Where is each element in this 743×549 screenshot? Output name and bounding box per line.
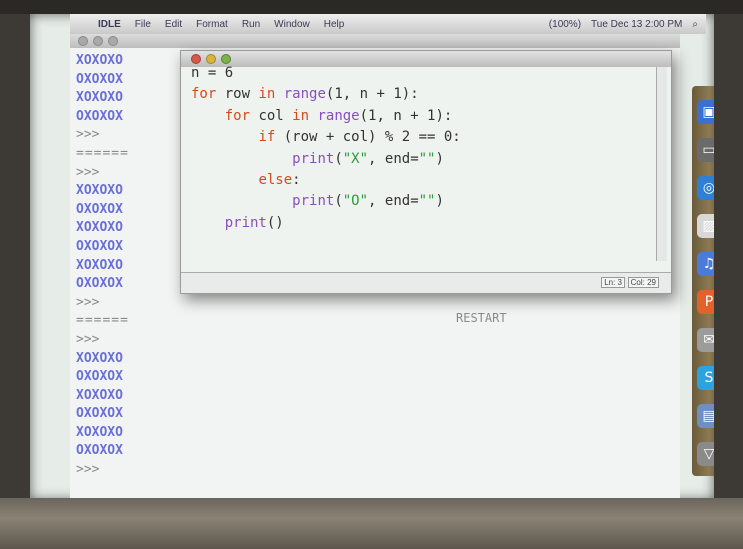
terminal-icon[interactable]: ▭: [697, 138, 714, 162]
output-line: XOXOXO: [76, 350, 123, 366]
code-line[interactable]: if (row + col) % 2 == 0:: [191, 127, 649, 148]
room-bottom: [0, 498, 743, 549]
output-line: OXOXOX: [76, 276, 123, 292]
code-line[interactable]: for col in range(1, n + 1):: [191, 106, 649, 127]
shell-titlebar: [70, 34, 680, 48]
output-line: OXOXOX: [76, 443, 123, 459]
code-line[interactable]: print("X", end=""): [191, 149, 649, 170]
code-line[interactable]: print("O", end=""): [191, 191, 649, 212]
itunes-icon[interactable]: ♫: [697, 252, 714, 276]
menu-run[interactable]: Run: [242, 19, 260, 30]
output-line: OXOXOX: [76, 71, 123, 87]
shell-prompt: >>>: [76, 164, 100, 180]
output-line: XOXOXO: [76, 53, 123, 68]
menu-format[interactable]: Format: [196, 19, 228, 30]
output-line: XOXOXO: [76, 90, 123, 106]
output-line: XOXOXO: [76, 257, 123, 273]
room-top: [0, 0, 743, 14]
output-line: OXOXOX: [76, 108, 123, 124]
output-line: XOXOXO: [76, 183, 123, 199]
menu-edit[interactable]: Edit: [165, 19, 182, 30]
shell-prompt[interactable]: >>>: [76, 462, 99, 477]
editor-statusbar: Ln: 3 Col: 29: [181, 272, 671, 293]
output-line: XOXOXO: [76, 424, 123, 440]
code-line[interactable]: print(): [191, 213, 649, 234]
line-number: Ln: 3: [601, 277, 625, 288]
trash-icon[interactable]: ▽: [697, 442, 714, 466]
restart-rule: ======: [76, 145, 129, 161]
code-line[interactable]: else:: [191, 170, 649, 191]
safari-icon[interactable]: ◎: [697, 176, 714, 200]
code-editor[interactable]: n = 6 for row in range(1, n + 1): for col…: [191, 63, 649, 261]
battery-status[interactable]: (100%): [549, 19, 581, 30]
folder-icon[interactable]: ▤: [697, 404, 714, 428]
mail-icon[interactable]: ✉: [697, 328, 714, 352]
output-line: XOXOXO: [76, 387, 123, 403]
dock: ▣ ▭ ◎ ▨ ♫ P ✉ S ▤ ▽: [692, 86, 714, 476]
restart-banner: RESTART: [76, 297, 636, 325]
code-line[interactable]: n = 6: [191, 63, 649, 84]
output-line: XOXOXO: [76, 220, 123, 236]
editor-window[interactable]: n = 6 for row in range(1, n + 1): for col…: [180, 50, 672, 294]
preview-icon[interactable]: ▨: [697, 214, 714, 238]
spotlight-icon[interactable]: ⌕: [692, 19, 698, 30]
column-number: Col: 29: [627, 277, 659, 288]
output-line: OXOXOX: [76, 201, 123, 217]
editor-scrollbar[interactable]: [656, 67, 667, 261]
menu-file[interactable]: File: [135, 19, 151, 30]
menu-help[interactable]: Help: [324, 19, 345, 30]
menu-window[interactable]: Window: [274, 19, 310, 30]
shell-prompt: >>>: [76, 127, 100, 143]
skype-icon[interactable]: S: [697, 366, 714, 390]
powerpoint-icon[interactable]: P: [697, 290, 714, 314]
close-icon[interactable]: [78, 36, 88, 46]
clock[interactable]: Tue Dec 13 2:00 PM: [591, 19, 682, 30]
finder-icon[interactable]: ▣: [697, 100, 714, 124]
output-line: OXOXOX: [76, 238, 123, 254]
projector-screen: IDLE File Edit Format Run Window Help (1…: [30, 14, 714, 500]
menu-app-name[interactable]: IDLE: [98, 19, 121, 30]
menu-bar: IDLE File Edit Format Run Window Help (1…: [70, 14, 706, 34]
restart-label: RESTART: [456, 311, 507, 325]
minimize-icon[interactable]: [93, 36, 103, 46]
output-line: OXOXOX: [76, 406, 123, 422]
zoom-icon[interactable]: [108, 36, 118, 46]
code-line[interactable]: for row in range(1, n + 1):: [191, 84, 649, 105]
menu-status-area: (100%) Tue Dec 13 2:00 PM ⌕: [549, 19, 706, 30]
output-line: OXOXOX: [76, 369, 123, 385]
